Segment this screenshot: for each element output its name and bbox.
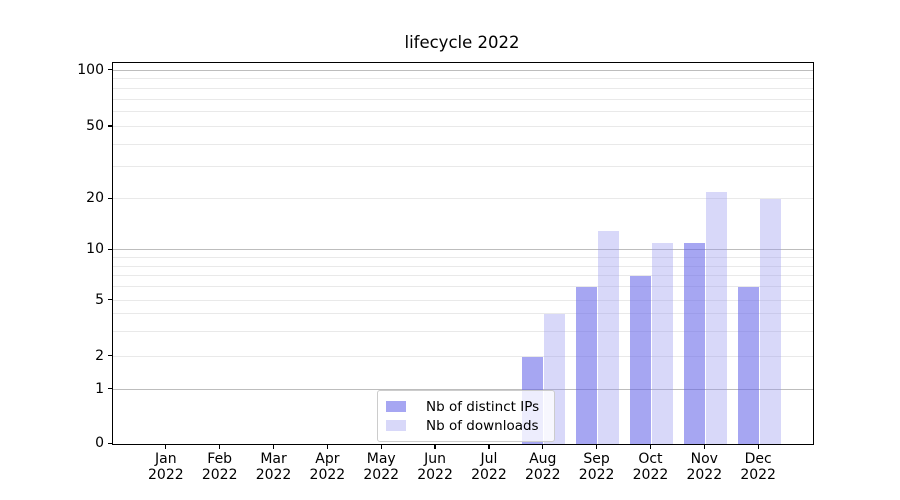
- legend-swatch-downloads-icon: [386, 420, 406, 431]
- gridline-minor: [113, 111, 813, 112]
- bar-distinct-ips-sep: [576, 287, 597, 444]
- bar-distinct-ips-dec: [738, 287, 759, 444]
- legend: Nb of distinct IPs Nb of downloads: [377, 390, 555, 442]
- bar-distinct-ips-oct: [630, 276, 651, 444]
- x-tick-mark: [758, 444, 759, 449]
- x-tick-mark: [434, 444, 435, 449]
- y-tick-label: 100: [34, 62, 104, 78]
- legend-entry-distinct-ips: Nb of distinct IPs: [386, 397, 546, 416]
- bar-downloads-sep: [598, 231, 619, 444]
- y-tick-label: 50: [34, 118, 104, 134]
- y-tick-mark: [108, 69, 112, 70]
- gridline-minor: [113, 99, 813, 100]
- y-tick-mark: [108, 125, 112, 126]
- x-tick-mark: [219, 444, 220, 449]
- gridline-minor: [113, 88, 813, 89]
- gridline-minor: [113, 78, 813, 79]
- bar-downloads-nov: [706, 192, 727, 444]
- y-tick-label: 1: [34, 381, 104, 397]
- y-tick-label: 10: [34, 241, 104, 257]
- legend-label-distinct-ips: Nb of distinct IPs: [426, 399, 539, 415]
- gridline-major: [113, 70, 813, 71]
- x-tick-label-dec: Dec2022: [726, 452, 790, 483]
- x-tick-mark: [542, 444, 543, 449]
- gridline-minor: [113, 144, 813, 145]
- y-tick-mark: [108, 198, 112, 199]
- bar-downloads-oct: [652, 243, 673, 444]
- gridline-minor: [113, 126, 813, 127]
- x-tick-year: 2022: [726, 468, 790, 484]
- y-tick-mark: [108, 249, 112, 250]
- y-tick-mark: [108, 388, 112, 389]
- x-tick-mark: [704, 444, 705, 449]
- y-tick-label: 5: [34, 292, 104, 308]
- bar-downloads-dec: [760, 199, 781, 444]
- legend-entry-downloads: Nb of downloads: [386, 416, 546, 435]
- x-tick-mark: [273, 444, 274, 449]
- x-tick-mark: [327, 444, 328, 449]
- y-tick-label: 20: [34, 190, 104, 206]
- x-tick-month: Dec: [726, 452, 790, 468]
- x-tick-mark: [381, 444, 382, 449]
- y-tick-mark: [108, 443, 112, 444]
- x-tick-mark: [488, 444, 489, 449]
- y-tick-mark: [108, 355, 112, 356]
- y-tick-label: 2: [34, 348, 104, 364]
- y-tick-mark: [108, 299, 112, 300]
- plot-area: Nb of distinct IPs Nb of downloads: [112, 62, 814, 445]
- figure: lifecycle 2022 Nb of distinct IPs Nb of …: [0, 0, 900, 500]
- chart-title: lifecycle 2022: [112, 33, 812, 53]
- x-tick-mark: [165, 444, 166, 449]
- x-tick-mark: [596, 444, 597, 449]
- x-tick-mark: [650, 444, 651, 449]
- y-tick-label: 0: [34, 435, 104, 451]
- legend-label-downloads: Nb of downloads: [426, 418, 539, 434]
- legend-swatch-distinct-ips-icon: [386, 401, 406, 412]
- bar-distinct-ips-nov: [684, 243, 705, 444]
- gridline-minor: [113, 166, 813, 167]
